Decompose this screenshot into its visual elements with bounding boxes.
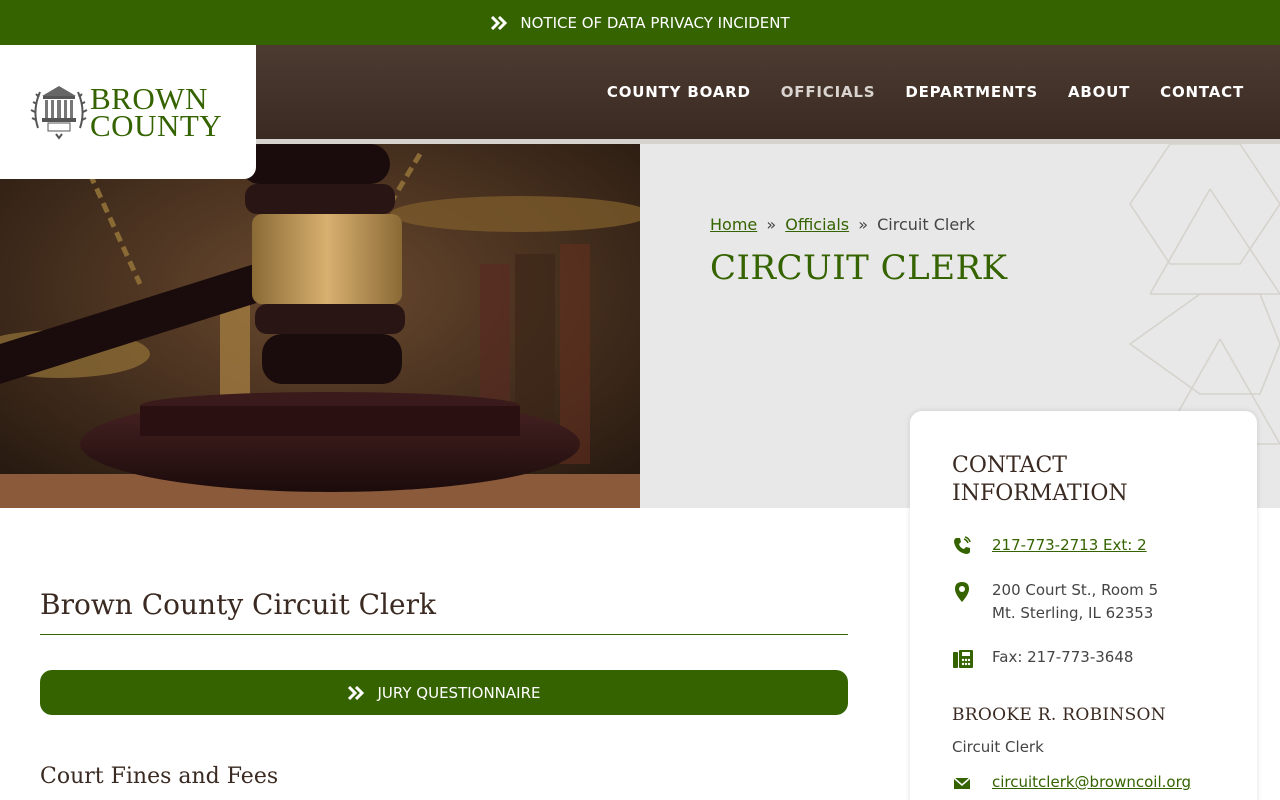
double-chevron-right-icon <box>347 685 365 700</box>
contact-address-line-1: 200 Court St., Room 5 <box>992 581 1159 599</box>
contact-phone-link[interactable]: 217-773-2713 Ext: 2 <box>992 536 1147 554</box>
fines-fees-heading: Court Fines and Fees <box>40 764 279 789</box>
site-logo[interactable]: BROWN COUNTY <box>0 45 256 179</box>
nav-about[interactable]: ABOUT <box>1068 83 1130 101</box>
envelope-icon <box>952 771 992 791</box>
hero-gavel-image <box>0 144 640 508</box>
jury-questionnaire-button[interactable]: JURY QUESTIONNAIRE <box>40 670 848 715</box>
breadcrumb-current: Circuit Clerk <box>877 215 975 234</box>
breadcrumb-home-link[interactable]: Home <box>710 215 757 234</box>
contact-email-link[interactable]: circuitclerk@browncoil.org <box>992 773 1191 791</box>
contact-email-row: circuitclerk@browncoil.org <box>952 771 1191 794</box>
page-title: CIRCUIT CLERK <box>710 248 1008 288</box>
contact-title: CONTACT INFORMATION <box>952 453 1128 506</box>
breadcrumb-officials-link[interactable]: Officials <box>785 215 849 234</box>
nav-departments[interactable]: DEPARTMENTS <box>905 83 1038 101</box>
data-privacy-notice-link[interactable]: NOTICE OF DATA PRIVACY INCIDENT <box>0 0 1280 45</box>
official-name: BROOKE R. ROBINSON <box>952 705 1166 725</box>
contact-fax-row: Fax: 217-773-3648 <box>952 646 1133 670</box>
logo-wordmark: BROWN COUNTY <box>90 83 223 143</box>
breadcrumb-separator: » <box>766 215 777 234</box>
phone-icon <box>952 534 992 556</box>
contact-address-row: 200 Court St., Room 5 Mt. Sterling, IL 6… <box>952 579 1158 625</box>
jury-questionnaire-label: JURY QUESTIONNAIRE <box>377 683 541 702</box>
logo-line-2: COUNTY <box>90 108 223 143</box>
contact-fax: Fax: 217-773-3648 <box>992 648 1134 666</box>
nav-officials[interactable]: OFFICIALS <box>781 83 876 101</box>
map-pin-icon <box>952 579 992 603</box>
alert-label: NOTICE OF DATA PRIVACY INCIDENT <box>520 13 790 32</box>
nav-contact[interactable]: CONTACT <box>1160 83 1244 101</box>
breadcrumb-separator: » <box>858 215 869 234</box>
nav-county-board[interactable]: COUNTY BOARD <box>607 83 751 101</box>
main-nav: COUNTY BOARD OFFICIALS DEPARTMENTS ABOUT… <box>607 45 1244 139</box>
courthouse-seal-icon <box>30 80 88 144</box>
fax-icon <box>952 646 992 670</box>
contact-address-line-2: Mt. Sterling, IL 62353 <box>992 604 1154 622</box>
official-role: Circuit Clerk <box>952 738 1044 756</box>
contact-phone-row: 217-773-2713 Ext: 2 <box>952 534 1147 557</box>
double-chevron-right-icon <box>490 15 508 30</box>
breadcrumb: Home » Officials » Circuit Clerk <box>710 215 975 234</box>
section-heading: Brown County Circuit Clerk <box>40 588 848 635</box>
